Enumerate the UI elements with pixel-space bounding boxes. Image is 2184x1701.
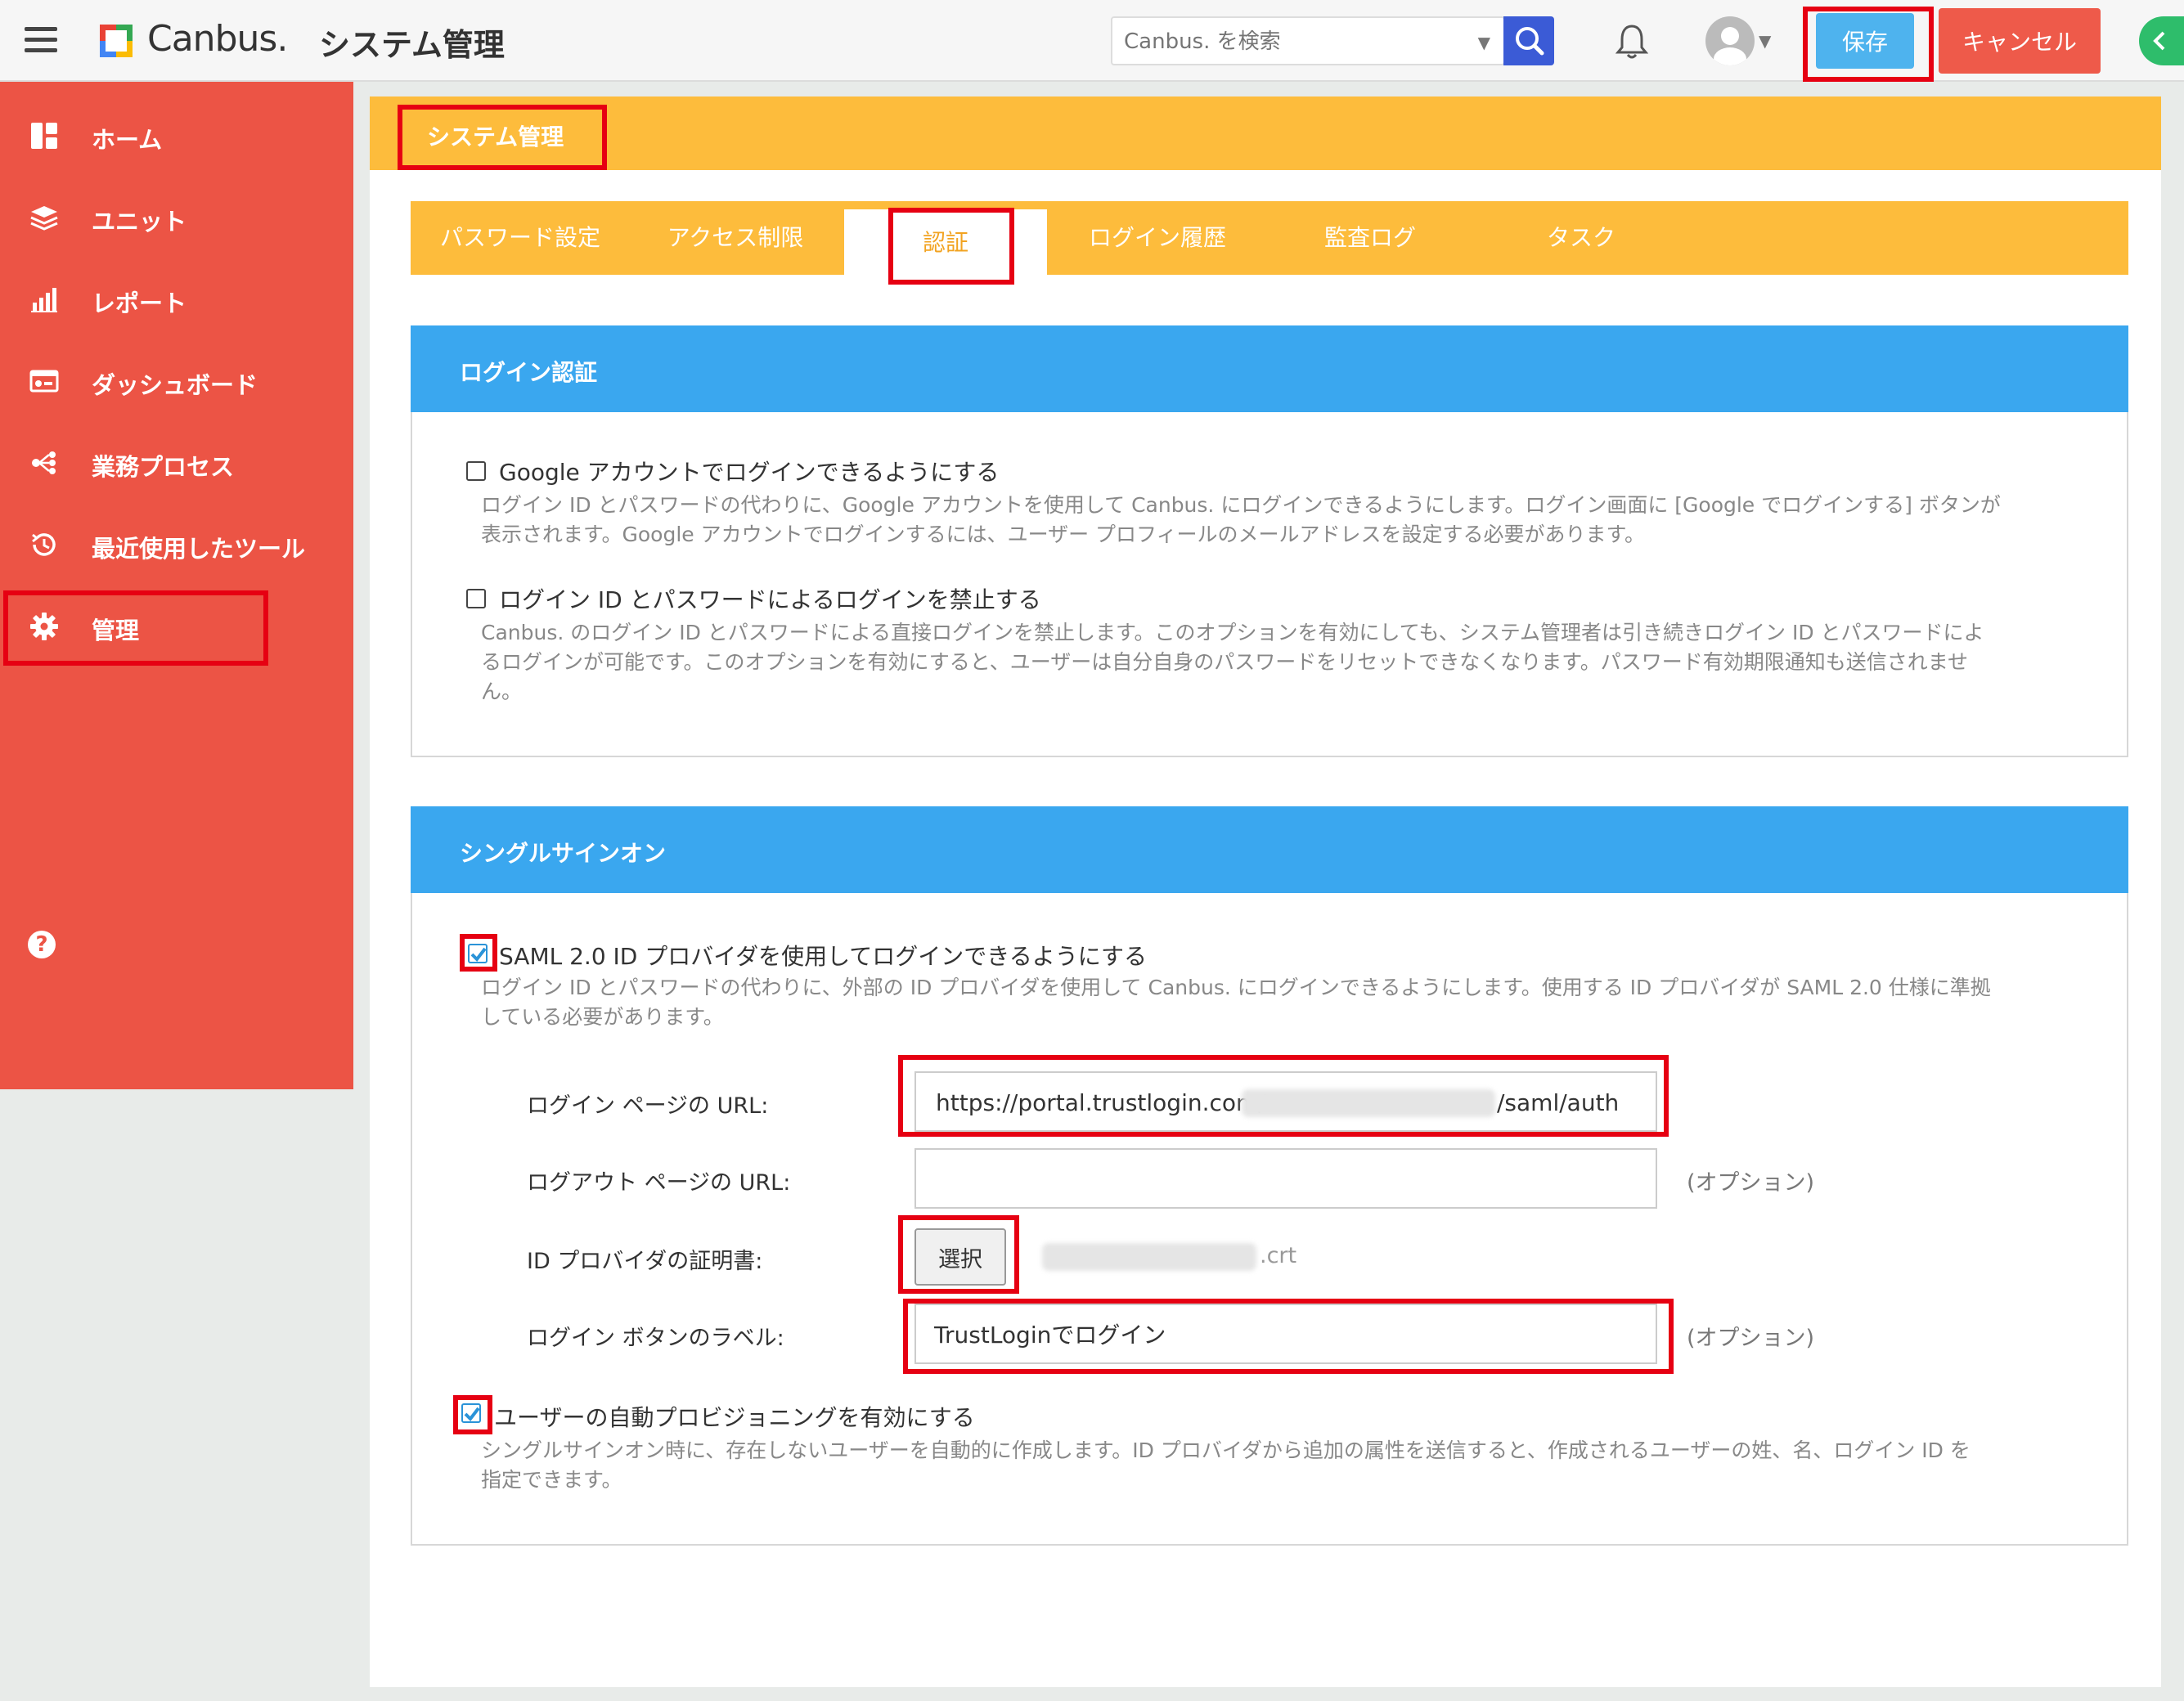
process-flow-icon	[32, 451, 56, 474]
sidebar-item-label: ダッシュボード	[92, 371, 258, 399]
gear-icon	[30, 613, 58, 640]
sidebar-item-reports[interactable]: レポート	[0, 267, 353, 332]
tab-password-settings[interactable]: パスワード設定	[411, 201, 630, 275]
login-auth-title: ログイン認証	[460, 359, 598, 386]
login-url-input[interactable]: https://portal.trustlogin.com/ /saml/aut…	[914, 1071, 1657, 1132]
certificate-file-extension: .crt	[1260, 1243, 1297, 1268]
sidebar-item-label: 管理	[92, 617, 140, 644]
sso-header	[411, 806, 2128, 893]
search-button[interactable]	[1503, 16, 1554, 65]
choose-certificate-button[interactable]: 選択	[914, 1228, 1006, 1286]
canbus-logo-icon	[100, 25, 133, 57]
saml-login-checkbox[interactable]	[468, 944, 488, 963]
sidebar-item-label: 業務プロセス	[92, 453, 235, 481]
login-button-label-input[interactable]	[914, 1304, 1657, 1364]
help-icon[interactable]: ?	[28, 931, 56, 958]
google-login-checkbox[interactable]	[466, 461, 486, 481]
redacted-tenant-id	[1242, 1089, 1495, 1117]
user-silhouette-icon	[1714, 27, 1746, 65]
saml-login-description: ログイン ID とパスワードの代わりに、外部の ID プロバイダを使用して Ca…	[481, 976, 1991, 1029]
sidebar-item-label: ユニット	[92, 208, 187, 236]
checkmark-icon	[464, 1407, 480, 1422]
sidebar-item-label: ホーム	[92, 126, 163, 154]
app-title: システム管理	[319, 27, 505, 63]
tab-audit-log[interactable]: 監査ログ	[1268, 201, 1472, 275]
sidebar-item-dashboard[interactable]: ダッシュボード	[0, 348, 353, 414]
checkmark-icon	[470, 947, 487, 963]
disable-password-login-label: ログイン ID とパスワードによるログインを禁止する	[499, 586, 1041, 613]
tab-authentication[interactable]: 認証	[844, 209, 1047, 275]
saml-login-label: SAML 2.0 ID プロバイダを使用してログインできるようにする	[499, 943, 1148, 970]
logout-url-label: ログアウト ページの URL:	[527, 1170, 791, 1196]
sidebar-item-recent-tools[interactable]: 最近使用したツール	[0, 512, 353, 577]
tab-tasks[interactable]: タスク	[1472, 201, 1690, 275]
history-icon	[32, 533, 56, 556]
redacted-certificate-name	[1042, 1243, 1256, 1271]
logout-url-optional-hint: (オプション)	[1687, 1170, 1815, 1196]
layers-icon	[30, 206, 58, 231]
google-login-description: ログイン ID とパスワードの代わりに、Google アカウントを使用して Ca…	[481, 493, 2001, 546]
save-button[interactable]: 保存	[1816, 13, 1914, 69]
bar-chart-icon	[31, 288, 57, 312]
google-login-label: Google アカウントでログインできるようにする	[499, 459, 1000, 486]
monitor-icon	[29, 370, 59, 393]
collapse-panel-button[interactable]	[2139, 16, 2184, 65]
sidebar-item-label: レポート	[92, 289, 187, 317]
login-url-suffix: /saml/auth	[1497, 1089, 1620, 1116]
notification-bell-icon[interactable]	[1616, 23, 1648, 61]
auto-provisioning-label: ユーザーの自動プロビジョニングを有効にする	[494, 1404, 975, 1431]
button-label-optional-hint: (オプション)	[1687, 1326, 1815, 1351]
tab-login-history[interactable]: ログイン履歴	[1047, 201, 1268, 275]
tab-access-restriction[interactable]: アクセス制限	[630, 201, 841, 275]
disable-password-login-checkbox[interactable]	[466, 589, 486, 608]
sidebar-item-admin[interactable]: 管理	[0, 594, 353, 659]
search-dropdown-icon[interactable]: ▼	[1478, 33, 1490, 52]
login-url-label: ログイン ページの URL:	[527, 1093, 769, 1119]
chevron-left-icon	[2153, 31, 2165, 51]
sidebar-item-label: 最近使用したツール	[92, 535, 306, 563]
avatar-dropdown-icon[interactable]: ▼	[1759, 31, 1771, 51]
logout-url-input[interactable]	[914, 1148, 1657, 1209]
dashboard-grid-icon	[31, 123, 57, 149]
hamburger-menu-icon[interactable]	[25, 27, 57, 53]
section-banner	[370, 96, 2161, 170]
search-icon	[1516, 27, 1544, 56]
login-auth-header	[411, 325, 2128, 412]
user-avatar[interactable]	[1705, 16, 1755, 65]
search-input[interactable]	[1122, 26, 1449, 57]
certificate-label: ID プロバイダの証明書:	[527, 1249, 763, 1274]
auto-provisioning-description: シングルサインオン時に、存在しないユーザーを自動的に作成します。ID プロバイダ…	[481, 1438, 1971, 1492]
button-label-label: ログイン ボタンのラベル:	[527, 1326, 784, 1351]
sidebar-item-home[interactable]: ホーム	[0, 103, 353, 168]
sidebar-item-units[interactable]: ユニット	[0, 185, 353, 250]
sidebar-item-business-process[interactable]: 業務プロセス	[0, 430, 353, 496]
section-title: システム管理	[427, 123, 564, 150]
disable-password-login-description: Canbus. のログイン ID とパスワードによる直接ログインを禁止します。こ…	[481, 621, 1984, 703]
login-url-prefix: https://portal.trustlogin.com/	[936, 1089, 1266, 1116]
auto-provisioning-checkbox[interactable]	[461, 1403, 481, 1423]
cancel-button[interactable]: キャンセル	[1939, 8, 2101, 74]
sso-title: シングルサインオン	[460, 840, 667, 867]
search-box[interactable]: ▼	[1111, 16, 1505, 65]
logo-text: Canbus.	[147, 18, 288, 60]
